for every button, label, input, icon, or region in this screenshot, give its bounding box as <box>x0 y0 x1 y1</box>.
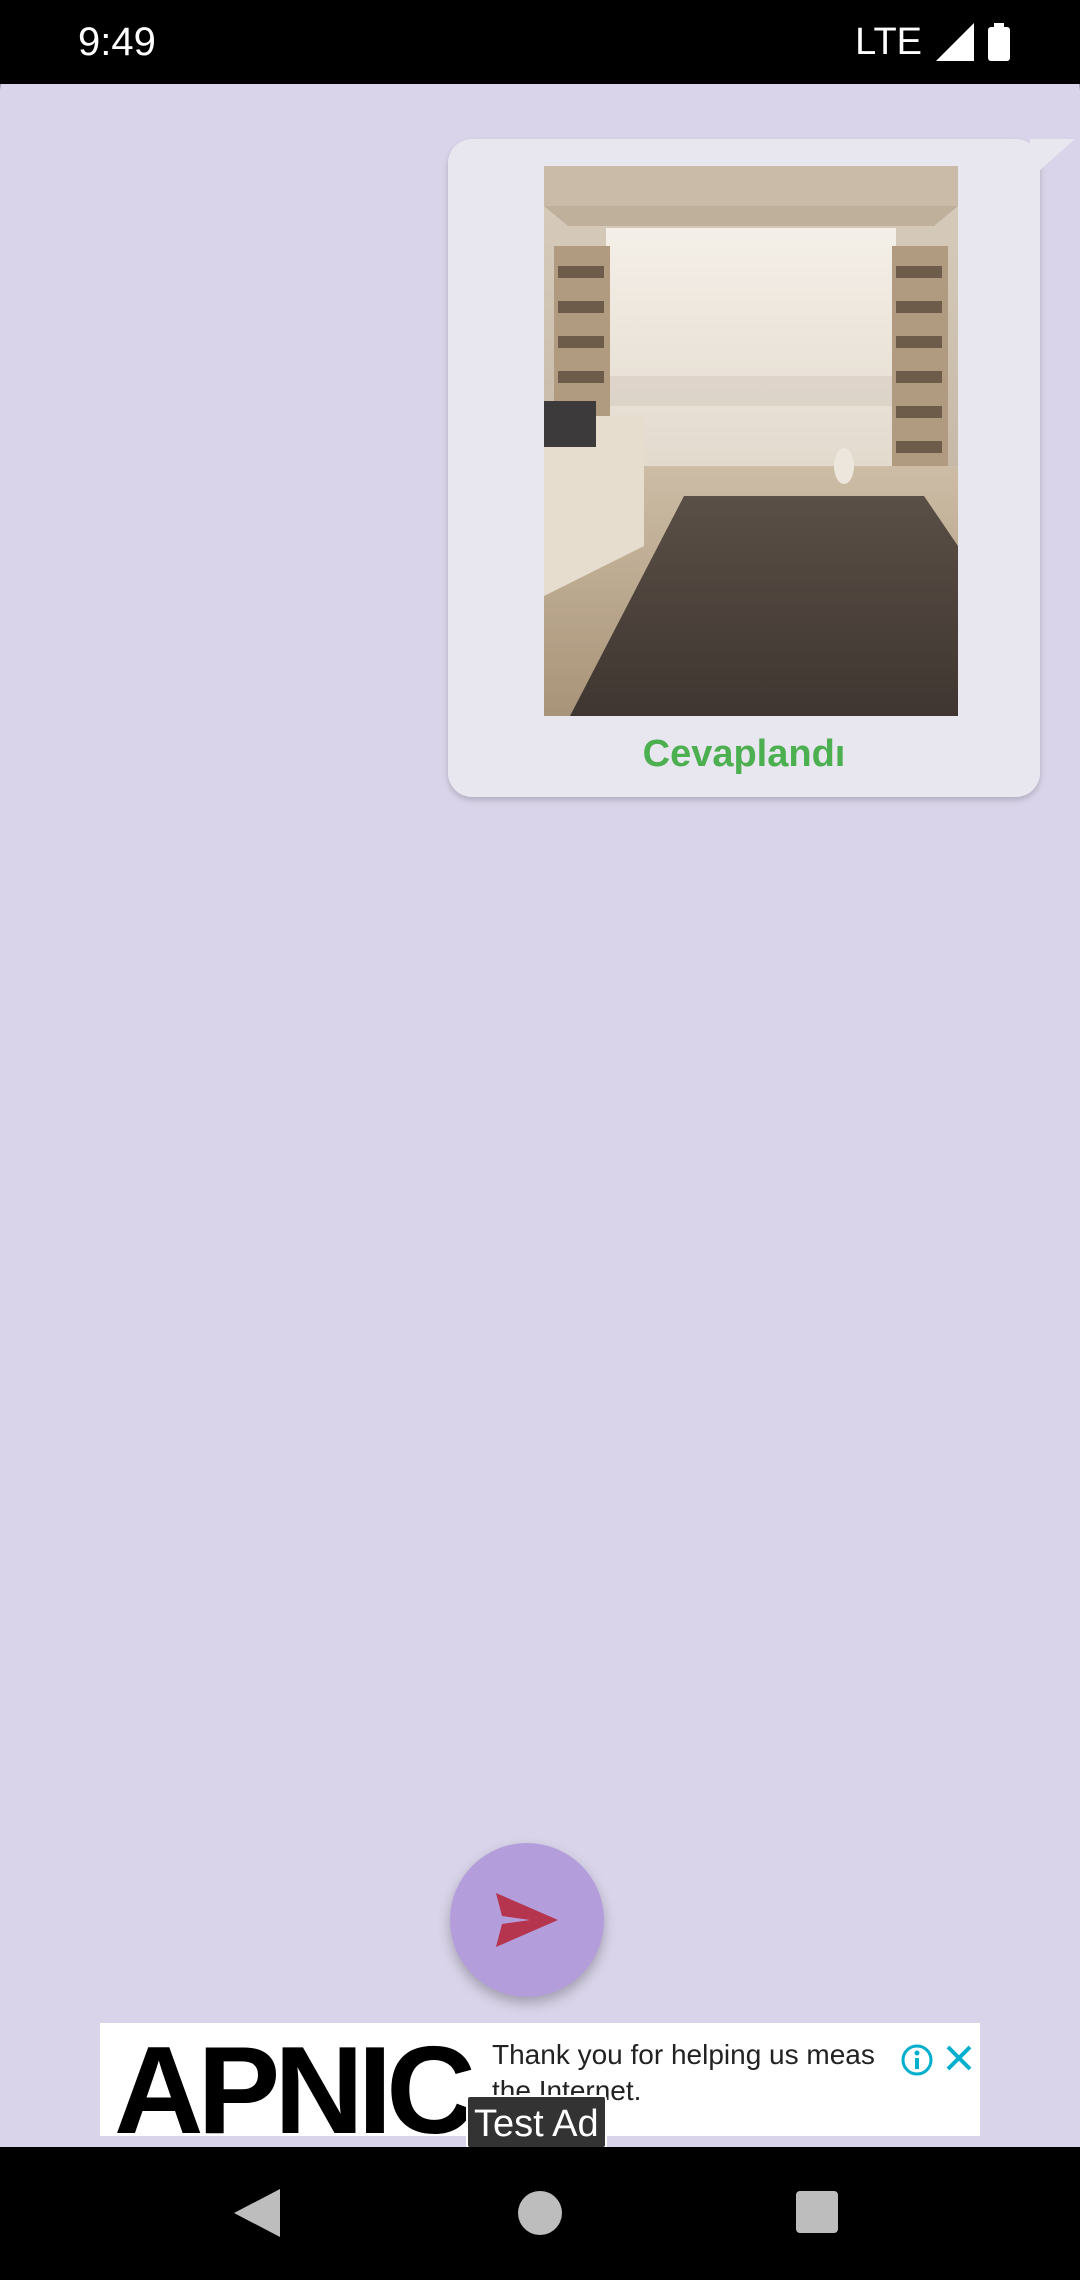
test-ad-label: Test Ad <box>466 2095 607 2149</box>
ad-logo: APNIC <box>114 2023 476 2136</box>
status-icons: LTE <box>855 18 1010 66</box>
status-time: 9:49 <box>78 20 156 64</box>
phone-screen: 9:49 LTE Cevaplandı APNIC Thank you for … <box>0 0 1080 2280</box>
battery-icon <box>988 23 1010 61</box>
close-icon[interactable] <box>942 2041 976 2075</box>
status-bar: 9:49 LTE <box>0 0 1080 84</box>
room-photo-icon <box>544 166 958 716</box>
back-icon[interactable] <box>234 2189 280 2237</box>
info-icon[interactable] <box>900 2043 934 2077</box>
home-icon[interactable] <box>518 2191 562 2235</box>
signal-icon <box>936 23 974 61</box>
message-bubble[interactable]: Cevaplandı <box>448 139 1040 797</box>
network-type: LTE <box>855 20 922 63</box>
answered-status: Cevaplandı <box>642 733 846 775</box>
send-icon <box>496 1893 558 1947</box>
ad-text-line-1: Thank you for helping us meas <box>492 2039 875 2070</box>
bubble-tail <box>1030 139 1075 179</box>
navigation-bar <box>0 2147 1080 2280</box>
recents-icon[interactable] <box>796 2191 838 2233</box>
send-button[interactable] <box>450 1843 604 1997</box>
chat-area: Cevaplandı APNIC Thank you for helping u… <box>0 84 1080 2149</box>
message-image[interactable] <box>544 166 958 716</box>
